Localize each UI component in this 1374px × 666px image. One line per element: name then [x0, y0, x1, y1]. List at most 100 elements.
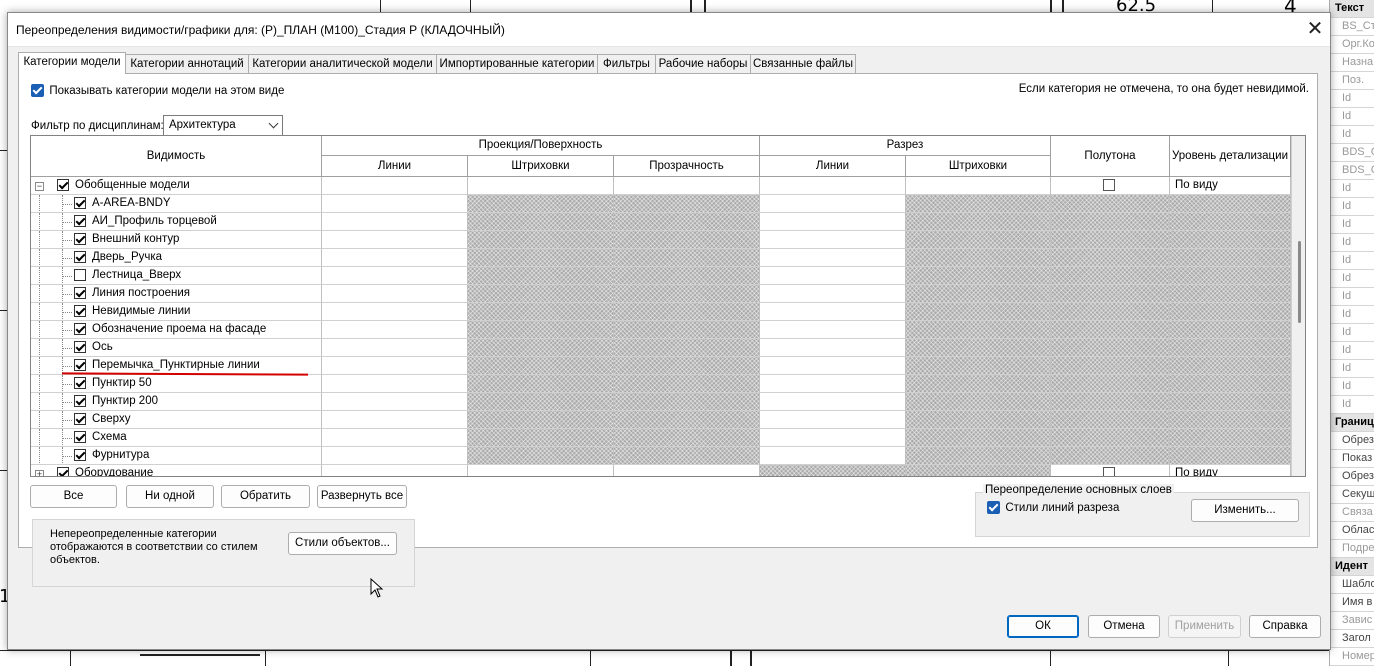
projection-patterns-cell[interactable] [468, 411, 614, 429]
visibility-cell[interactable]: Фурнитура [31, 447, 322, 465]
halftone-cell[interactable] [1051, 195, 1170, 213]
transparency-cell[interactable] [614, 213, 760, 231]
detail-level-cell[interactable] [1170, 195, 1291, 213]
detail-level-cell[interactable] [1170, 249, 1291, 267]
expand-all-button[interactable]: Развернуть все [317, 485, 407, 508]
cut-patterns-cell[interactable] [906, 375, 1051, 393]
table-row-subcategory[interactable]: Схема [31, 429, 1291, 447]
visibility-cell[interactable]: Пунктир 200 [31, 393, 322, 411]
visibility-cell[interactable]: Лестница_Вверх [31, 267, 322, 285]
transparency-cell[interactable] [614, 393, 760, 411]
visibility-cell[interactable]: Сверху [31, 411, 322, 429]
projection-lines-cell[interactable] [322, 231, 468, 249]
cancel-button[interactable]: Отмена [1088, 615, 1160, 638]
cut-patterns-cell[interactable] [906, 177, 1051, 195]
visibility-cell[interactable]: АИ_Профиль торцевой [31, 213, 322, 231]
apply-button[interactable]: Применить [1168, 615, 1241, 638]
table-row-category[interactable]: + Оборудование По виду [31, 465, 1291, 476]
visibility-checkbox[interactable] [74, 251, 86, 263]
table-scrollbar[interactable] [1291, 136, 1305, 476]
halftone-cell[interactable] [1051, 267, 1170, 285]
cut-patterns-cell[interactable] [906, 231, 1051, 249]
scrollbar-thumb[interactable] [1298, 241, 1301, 323]
detail-level-cell[interactable] [1170, 303, 1291, 321]
visibility-checkbox[interactable] [74, 413, 86, 425]
cut-lines-cell[interactable] [760, 411, 906, 429]
projection-patterns-cell[interactable] [468, 447, 614, 465]
projection-patterns-cell[interactable] [468, 339, 614, 357]
cut-lines-cell[interactable] [760, 321, 906, 339]
halftone-cell[interactable] [1051, 465, 1170, 476]
help-button[interactable]: Справка [1249, 615, 1321, 638]
projection-lines-cell[interactable] [322, 339, 468, 357]
tab-filters[interactable]: Фильтры [597, 54, 656, 73]
cut-lines-cell[interactable] [760, 465, 906, 476]
projection-lines-cell[interactable] [322, 177, 468, 195]
transparency-cell[interactable] [614, 267, 760, 285]
detail-level-cell[interactable] [1170, 321, 1291, 339]
table-row-subcategory[interactable]: Пунктир 50 [31, 375, 1291, 393]
projection-lines-cell[interactable] [322, 321, 468, 339]
collapse-icon[interactable]: − [35, 182, 44, 191]
transparency-cell[interactable] [614, 357, 760, 375]
cut-patterns-cell[interactable] [906, 303, 1051, 321]
cut-patterns-cell[interactable] [906, 357, 1051, 375]
halftone-cell[interactable] [1051, 231, 1170, 249]
visibility-checkbox[interactable] [57, 467, 69, 476]
cut-lines-cell[interactable] [760, 177, 906, 195]
object-styles-button[interactable]: Стили объектов... [288, 532, 397, 555]
table-row-subcategory[interactable]: Внешний контур [31, 231, 1291, 249]
detail-level-cell[interactable] [1170, 213, 1291, 231]
cut-lines-cell[interactable] [760, 267, 906, 285]
table-row-subcategory[interactable]: Фурнитура [31, 447, 1291, 465]
cut-lines-cell[interactable] [760, 303, 906, 321]
tab-linked-files[interactable]: Связанные файлы [750, 54, 856, 73]
cut-lines-cell[interactable] [760, 231, 906, 249]
visibility-checkbox[interactable] [74, 305, 86, 317]
select-none-button[interactable]: Ни одной [126, 485, 214, 508]
projection-patterns-cell[interactable] [468, 429, 614, 447]
transparency-cell[interactable] [614, 285, 760, 303]
halftone-cell[interactable] [1051, 303, 1170, 321]
halftone-cell[interactable] [1051, 411, 1170, 429]
projection-patterns-cell[interactable] [468, 303, 614, 321]
cut-patterns-cell[interactable] [906, 411, 1051, 429]
transparency-cell[interactable] [614, 429, 760, 447]
halftone-cell[interactable] [1051, 339, 1170, 357]
cut-lines-cell[interactable] [760, 393, 906, 411]
visibility-cell[interactable]: Пунктир 50 [31, 375, 322, 393]
table-row-subcategory[interactable]: Ось [31, 339, 1291, 357]
projection-patterns-cell[interactable] [468, 375, 614, 393]
visibility-cell[interactable]: Схема [31, 429, 322, 447]
cut-lines-cell[interactable] [760, 357, 906, 375]
visibility-checkbox[interactable] [74, 377, 86, 389]
halftone-checkbox[interactable] [1103, 467, 1115, 476]
transparency-cell[interactable] [614, 411, 760, 429]
table-row-subcategory[interactable]: АИ_Профиль торцевой [31, 213, 1291, 231]
ok-button[interactable]: ОК [1007, 615, 1079, 638]
halftone-cell[interactable] [1051, 249, 1170, 267]
visibility-cell[interactable]: Линия построения [31, 285, 322, 303]
table-row-subcategory[interactable]: Пунктир 200 [31, 393, 1291, 411]
cut-lines-cell[interactable] [760, 213, 906, 231]
visibility-cell[interactable]: − Обобщенные модели [31, 177, 322, 195]
halftone-cell[interactable] [1051, 357, 1170, 375]
halftone-cell[interactable] [1051, 321, 1170, 339]
transparency-cell[interactable] [614, 249, 760, 267]
cut-patterns-cell[interactable] [906, 285, 1051, 303]
transparency-cell[interactable] [614, 465, 760, 476]
transparency-cell[interactable] [614, 195, 760, 213]
cut-patterns-cell[interactable] [906, 267, 1051, 285]
projection-lines-cell[interactable] [322, 303, 468, 321]
halftone-cell[interactable] [1051, 393, 1170, 411]
halftone-cell[interactable] [1051, 285, 1170, 303]
projection-lines-cell[interactable] [322, 465, 468, 476]
visibility-checkbox[interactable] [74, 215, 86, 227]
visibility-checkbox[interactable] [74, 197, 86, 209]
projection-lines-cell[interactable] [322, 267, 468, 285]
transparency-cell[interactable] [614, 375, 760, 393]
detail-level-cell[interactable] [1170, 285, 1291, 303]
table-row-subcategory[interactable]: Дверь_Ручка [31, 249, 1291, 267]
projection-patterns-cell[interactable] [468, 213, 614, 231]
tab-annotation-categories[interactable]: Категории аннотаций [125, 54, 249, 73]
